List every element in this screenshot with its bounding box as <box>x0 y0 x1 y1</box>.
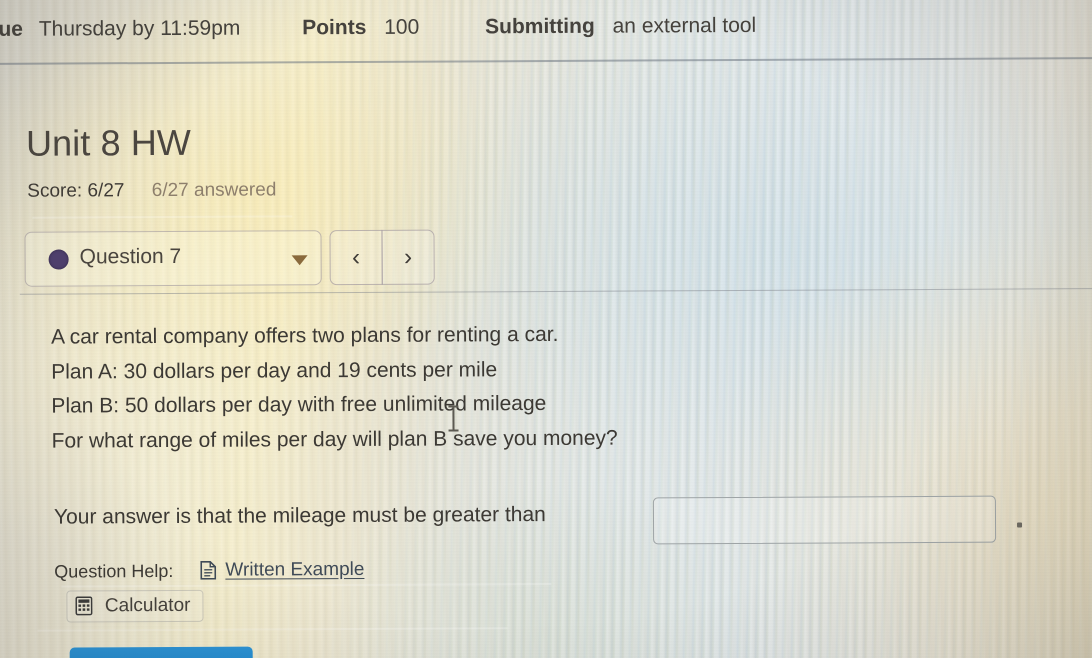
trailing-period <box>1017 522 1023 528</box>
calculator-icon <box>75 595 93 615</box>
previous-question-button[interactable]: ‹ <box>329 229 383 286</box>
text-cursor <box>452 405 455 432</box>
score-value: Score: 6/27 <box>27 180 125 202</box>
header-divider <box>0 57 1092 65</box>
submitting-value: an external tool <box>612 13 757 38</box>
due-date-value: Thursday by 11:59pm <box>38 16 241 41</box>
question-status-dot <box>48 249 69 270</box>
score-summary: Score: 6/27 6/27 answered <box>27 179 276 202</box>
answer-input[interactable] <box>652 495 997 545</box>
question-line-2: Plan A: 30 dollars per day and 19 cents … <box>51 357 498 384</box>
question-divider <box>19 288 1092 295</box>
question-line-1: A car rental company offers two plans fo… <box>50 322 559 349</box>
submit-question-button[interactable]: Submit Question <box>69 646 253 658</box>
page-title: Unit 8 HW <box>25 121 192 164</box>
answer-prompt-label: Your answer is that the mileage must be … <box>53 503 546 529</box>
written-example-link[interactable]: Written Example <box>225 559 364 582</box>
photo-artifact <box>37 627 508 632</box>
question-text: A car rental company offers two plans fo… <box>51 318 618 459</box>
question-line-4: For what range of miles per day will pla… <box>51 426 618 453</box>
answered-count: 6/27 answered <box>151 179 277 202</box>
question-selector[interactable]: Question 7 <box>24 230 322 287</box>
calculator-button[interactable]: Calculator <box>66 589 204 623</box>
photo-artifact <box>61 582 552 588</box>
points-value: 100 <box>384 15 420 39</box>
question-selector-label: Question 7 <box>79 244 182 269</box>
calculator-label: Calculator <box>104 594 191 617</box>
submitting-label: Submitting <box>485 14 595 39</box>
next-question-button[interactable]: › <box>381 229 435 285</box>
chevron-down-icon <box>291 255 308 266</box>
photo-artifact <box>32 215 293 219</box>
document-icon <box>200 560 217 580</box>
due-label: ue <box>0 17 23 41</box>
screenshot-root: ue Thursday by 11:59pm Points 100 Submit… <box>0 0 1092 658</box>
assignment-header-bar: ue Thursday by 11:59pm Points 100 Submit… <box>0 7 1091 47</box>
question-help-label: Question Help: <box>54 560 174 582</box>
page-content: ue Thursday by 11:59pm Points 100 Submit… <box>0 0 1092 658</box>
question-help-row: Question Help: Written Example <box>54 559 364 583</box>
points-label: Points <box>302 15 367 40</box>
question-line-3: Plan B: 50 dollars per day with free unl… <box>51 391 547 418</box>
